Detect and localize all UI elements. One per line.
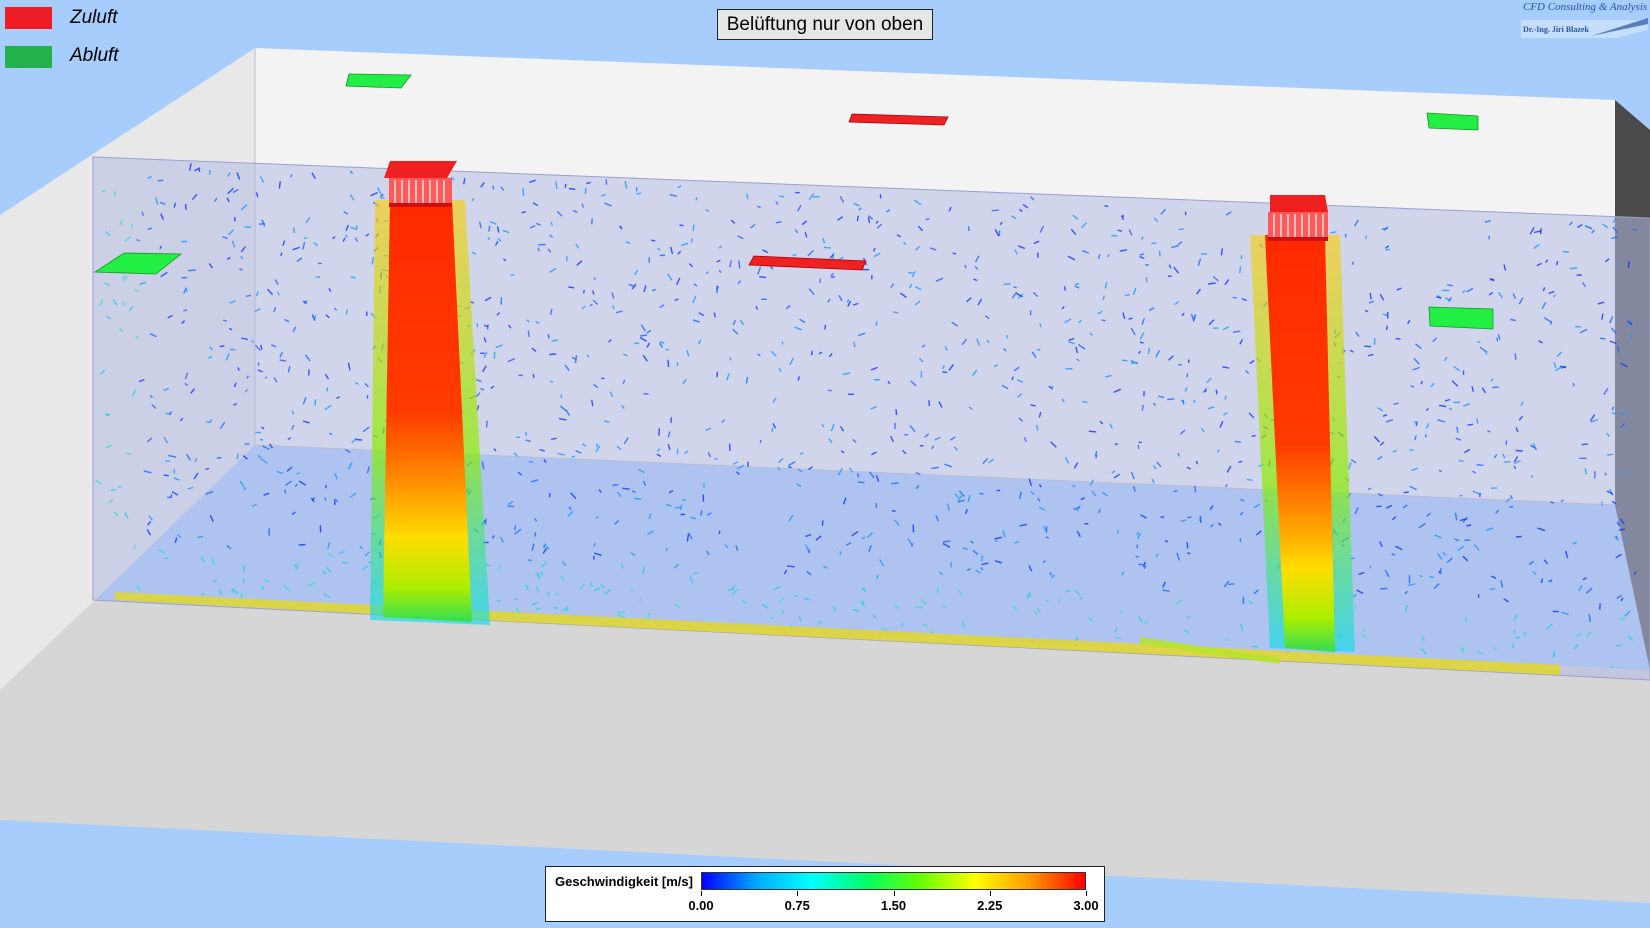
colorbar-tick-label: 0.00 bbox=[688, 898, 714, 913]
legend-swatch-exhaust bbox=[5, 46, 52, 68]
colorbar-tick bbox=[989, 891, 991, 896]
company-logo: CFD Consulting & Analysis Dr.-Ing. Jiri … bbox=[1521, 0, 1648, 38]
logo-text-author: Dr.-Ing. Jiri Blazek bbox=[1523, 25, 1589, 34]
colorbar-label: Geschwindigkeit [m/s] bbox=[555, 874, 693, 889]
colorbar-gradient bbox=[701, 872, 1086, 890]
exhaust-vent-3 bbox=[1426, 112, 1479, 131]
colorbar-legend: Geschwindigkeit [m/s] 0.00 0.75 1.50 2.25 3.… bbox=[545, 866, 1105, 922]
legend-label-exhaust: Abluft bbox=[70, 45, 119, 66]
logo-text-company: CFD Consulting & Analysis bbox=[1523, 1, 1648, 13]
page-title: Belüftung nur von oben bbox=[717, 9, 933, 40]
colorbar-tick-label: 3.00 bbox=[1073, 898, 1099, 913]
legend-swatch-supply bbox=[5, 7, 52, 29]
section-plane bbox=[92, 156, 1650, 681]
colorbar-tick-label: 2.25 bbox=[977, 898, 1003, 913]
supply-diffuser-left bbox=[384, 161, 457, 207]
legend-label-supply: Zuluft bbox=[70, 7, 118, 28]
colorbar-tick bbox=[1086, 891, 1087, 896]
colorbar-tick-label: 1.50 bbox=[880, 898, 907, 913]
cfd-room-view bbox=[0, 48, 1650, 903]
colorbar-tick-label: 0.75 bbox=[784, 898, 810, 913]
supply-diffuser-right bbox=[1268, 195, 1328, 241]
colorbar-tick bbox=[893, 891, 895, 896]
colorbar-tick bbox=[701, 891, 702, 896]
exhaust-vent-4 bbox=[1428, 306, 1494, 330]
colorbar-tick bbox=[797, 891, 799, 896]
exhaust-vent-1 bbox=[345, 73, 412, 89]
